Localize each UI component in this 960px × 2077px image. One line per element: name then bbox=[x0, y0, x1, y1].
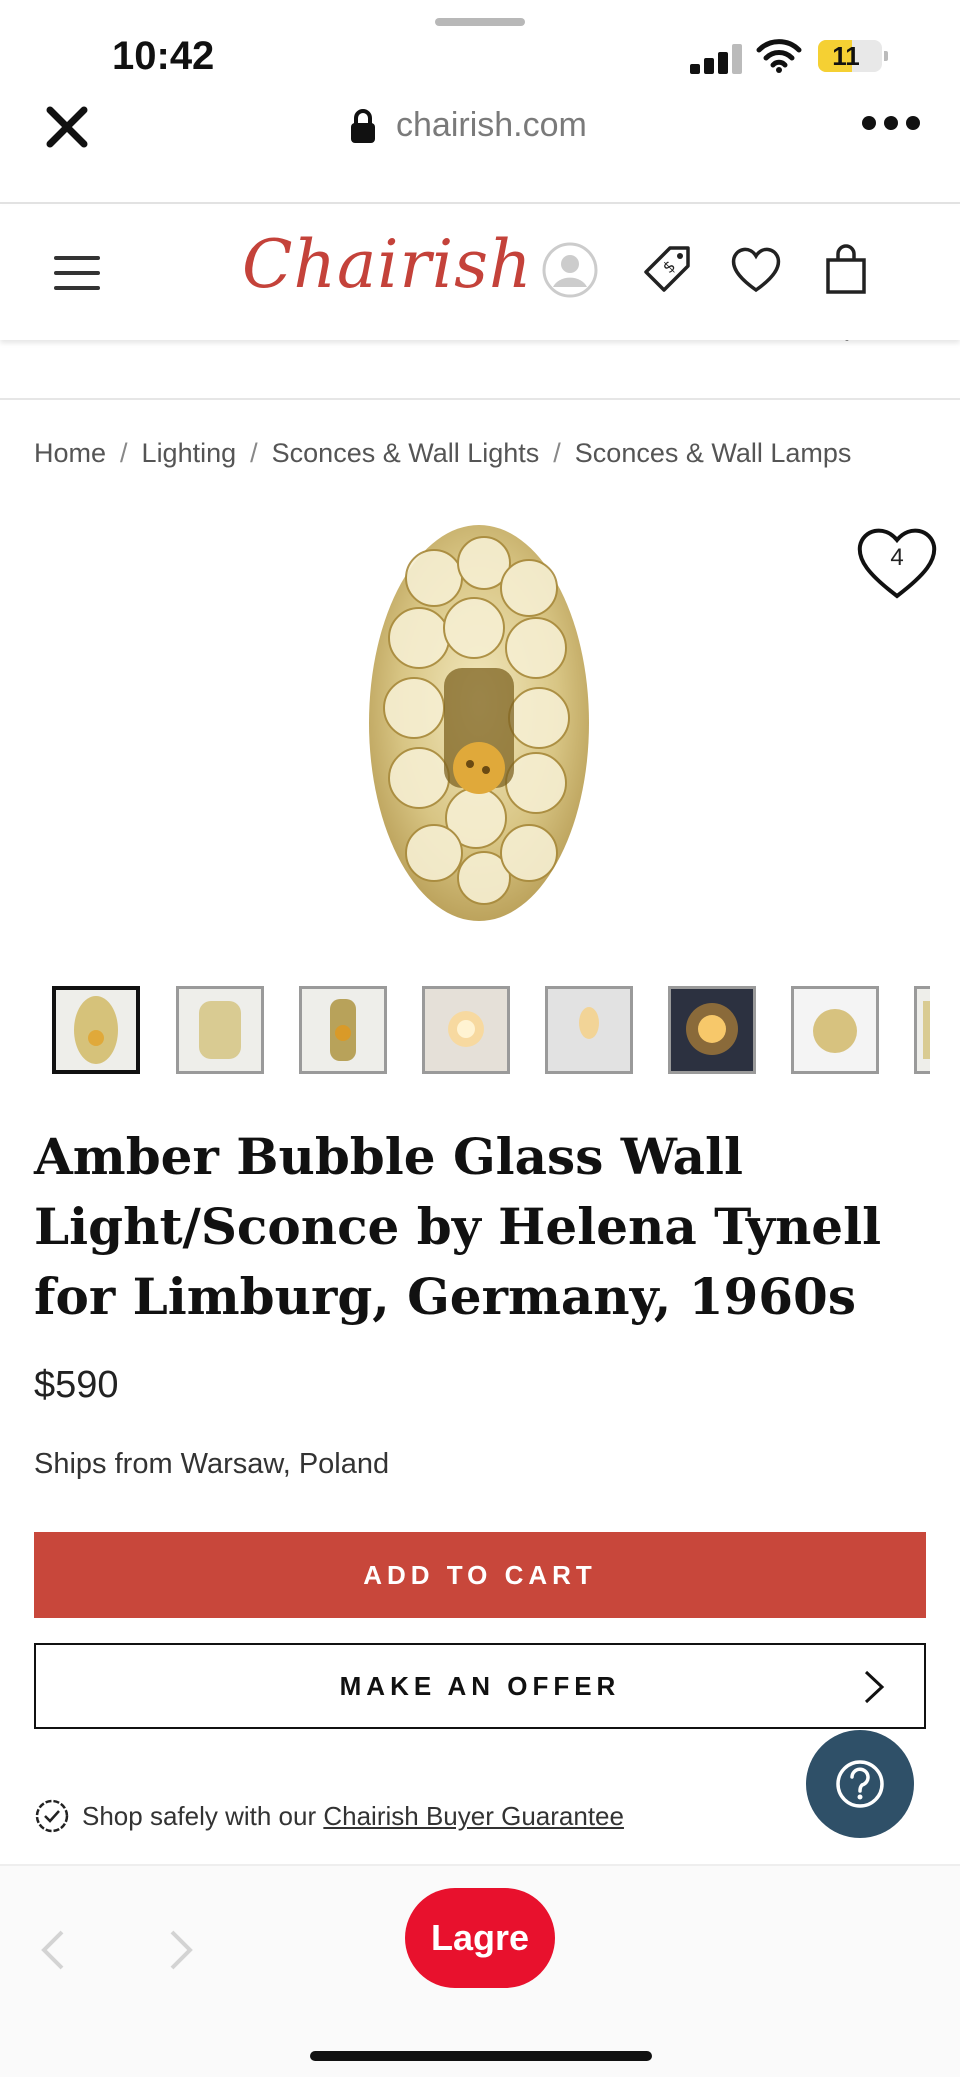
product-main-image[interactable] bbox=[364, 518, 594, 928]
thumbnail-3[interactable] bbox=[299, 986, 387, 1074]
thumbnail-8[interactable] bbox=[914, 986, 930, 1074]
status-time: 10:42 bbox=[112, 34, 215, 78]
thumbnail-6[interactable] bbox=[668, 986, 756, 1074]
cellular-signal-icon bbox=[690, 44, 742, 74]
battery-level: 11 bbox=[832, 41, 860, 71]
breadcrumb-sconces-wall-lights[interactable]: Sconces & Wall Lights bbox=[272, 438, 540, 469]
question-mark-icon bbox=[836, 1760, 884, 1808]
check-badge-icon bbox=[35, 1799, 69, 1833]
url-field[interactable]: chairish.com bbox=[350, 106, 587, 145]
breadcrumb-sconces-wall-lamps[interactable]: Sconces & Wall Lamps bbox=[575, 438, 852, 469]
thumbnail-2[interactable] bbox=[176, 986, 264, 1074]
breadcrumb-lighting[interactable]: Lighting bbox=[142, 438, 237, 469]
account-icon[interactable] bbox=[540, 240, 600, 300]
svg-text:$: $ bbox=[659, 256, 680, 277]
breadcrumb: Home / Lighting / Sconces & Wall Lights … bbox=[34, 438, 852, 469]
url-text: chairish.com bbox=[396, 106, 587, 144]
add-to-cart-button[interactable]: ADD TO CART bbox=[34, 1532, 926, 1618]
menu-icon[interactable] bbox=[54, 256, 102, 290]
thumbnail-4[interactable] bbox=[422, 986, 510, 1074]
favorites-heart-icon[interactable] bbox=[726, 240, 786, 300]
lock-icon bbox=[351, 108, 375, 143]
guarantee-text: Shop safely with our bbox=[82, 1800, 324, 1831]
save-button[interactable]: Lagre bbox=[405, 1888, 555, 1988]
more-options-icon[interactable] bbox=[862, 116, 922, 136]
product-title: Amber Bubble Glass Wall Light/Sconce by … bbox=[34, 1127, 882, 1326]
sheet-grabber[interactable] bbox=[435, 18, 525, 26]
thumbnail-7[interactable] bbox=[791, 986, 879, 1074]
wifi-icon bbox=[756, 39, 802, 73]
browser-url-bar: chairish.com bbox=[0, 80, 960, 204]
thumbnail-strip bbox=[50, 986, 930, 1076]
thumbnail-5[interactable] bbox=[545, 986, 633, 1074]
make-an-offer-label: MAKE AN OFFER bbox=[339, 1671, 621, 1701]
forward-arrow-icon[interactable] bbox=[166, 1928, 196, 1972]
buyer-guarantee-link[interactable]: Chairish Buyer Guarantee bbox=[323, 1801, 624, 1831]
favorite-count: 4 bbox=[890, 544, 904, 571]
chevron-right-icon bbox=[864, 1670, 885, 1704]
ships-from: Ships from Warsaw, Poland bbox=[34, 1448, 390, 1480]
thumbnail-1[interactable] bbox=[52, 986, 140, 1074]
site-header: Chairish $ bbox=[0, 206, 960, 340]
close-icon[interactable] bbox=[44, 104, 90, 150]
help-button[interactable] bbox=[806, 1730, 914, 1838]
price-tag-icon[interactable]: $ bbox=[636, 240, 696, 300]
chairish-logo[interactable]: Chairish bbox=[242, 226, 533, 303]
product-favorite-button[interactable]: 4 bbox=[854, 520, 940, 602]
shopping-bag-icon[interactable] bbox=[816, 240, 876, 300]
battery-icon: 11 bbox=[818, 40, 888, 72]
home-indicator[interactable] bbox=[310, 2051, 652, 2061]
browser-toolbar: Lagre bbox=[0, 1864, 960, 2077]
product-price: $590 bbox=[34, 1364, 119, 1406]
back-arrow-icon[interactable] bbox=[38, 1928, 68, 1972]
make-an-offer-button[interactable]: MAKE AN OFFER bbox=[34, 1643, 926, 1729]
breadcrumb-home[interactable]: Home bbox=[34, 438, 106, 469]
buyer-guarantee: Shop safely with our Chairish Buyer Guar… bbox=[34, 1798, 624, 1834]
